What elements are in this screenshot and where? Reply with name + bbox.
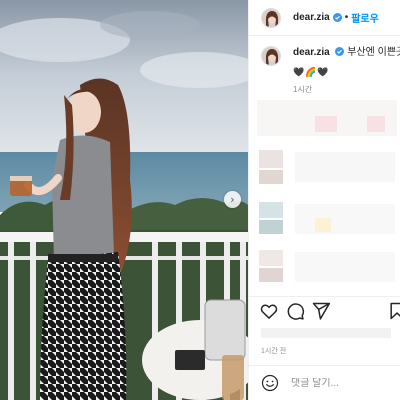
chevron-right-icon: › [230, 193, 235, 206]
caption-avatar[interactable] [261, 46, 281, 66]
caption-text-line: dear.zia 부산엔 이쁜곳이 [293, 46, 400, 59]
caption-text: 부산엔 이쁜곳이 [347, 47, 400, 58]
next-photo-button[interactable]: › [224, 191, 241, 208]
comment-icon[interactable] [285, 301, 305, 321]
caption-emojis: 🖤🌈🖤 [293, 68, 330, 78]
comment-input[interactable] [291, 377, 391, 389]
post-header: dear.zia • 팔로우 [249, 0, 400, 36]
header-separator: • [344, 12, 349, 23]
caption-username[interactable]: dear.zia [293, 47, 330, 58]
caption-timestamp: 1시간 [293, 85, 313, 94]
post-caption: dear.zia 부산엔 이쁜곳이 🖤🌈🖤 1시간 [261, 46, 400, 95]
comment-bar [249, 365, 400, 400]
blurred-comments [257, 100, 397, 282]
avatar[interactable] [261, 7, 281, 28]
verified-badge-icon [335, 47, 345, 56]
bookmark-icon[interactable] [387, 301, 400, 321]
share-icon[interactable] [311, 301, 331, 321]
smiley-icon[interactable] [261, 374, 279, 392]
heart-icon[interactable] [259, 301, 279, 321]
post-details-panel: dear.zia • 팔로우 dear.zia 부산엔 이쁜 🖤🌈🖤 1시간 1… [248, 0, 400, 400]
blurred-likes [261, 328, 391, 338]
follow-button[interactable]: 팔로우 [351, 10, 379, 25]
verified-badge-icon [332, 13, 342, 22]
post-photo[interactable]: › [0, 0, 248, 400]
post-actions [249, 296, 400, 324]
post-timestamp: 1시간 전 [261, 348, 287, 355]
post-image [0, 0, 248, 400]
username-link[interactable]: dear.zia [293, 12, 330, 23]
